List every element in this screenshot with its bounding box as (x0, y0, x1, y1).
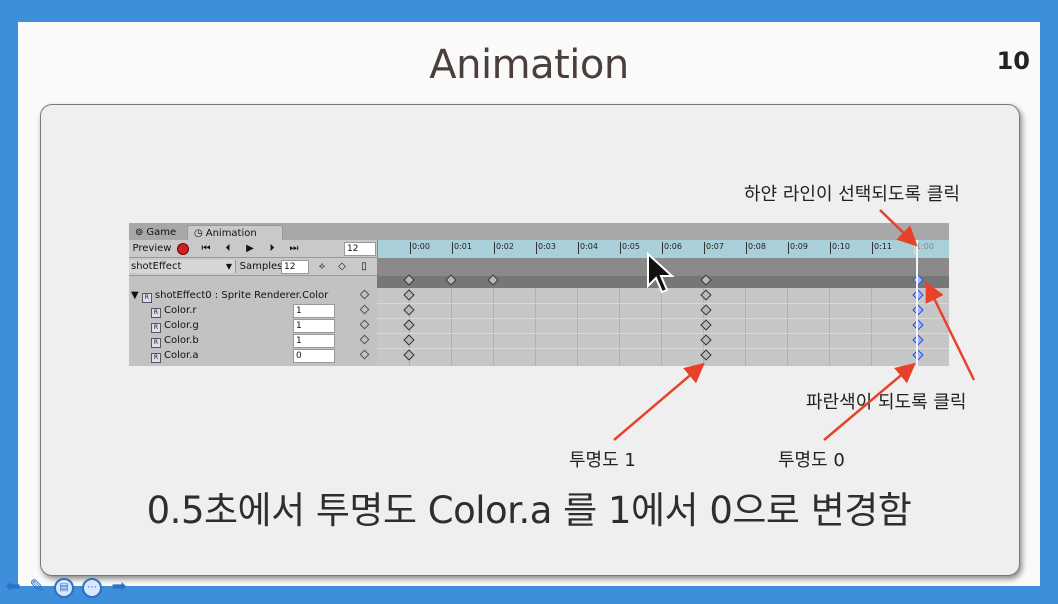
arrow-to-alpha-1 (613, 362, 705, 441)
arrow-to-playhead (879, 209, 918, 247)
back-arrow-icon[interactable]: ⬅ (2, 576, 24, 598)
arrow-to-alpha-0 (823, 362, 916, 441)
presentation-nav: ⬅ ✎ ▤ ⋯ ➡ (0, 574, 140, 600)
slides-icon[interactable]: ▤ (54, 578, 74, 598)
more-icon[interactable]: ⋯ (82, 578, 102, 598)
arrow-to-blue-keyframe (925, 281, 976, 381)
slide-caption: 0.5초에서 투명도 Color.a 를 1에서 0으로 변경함 (146, 489, 912, 532)
forward-arrow-icon[interactable]: ➡ (108, 576, 130, 598)
pen-icon[interactable]: ✎ (26, 576, 48, 598)
